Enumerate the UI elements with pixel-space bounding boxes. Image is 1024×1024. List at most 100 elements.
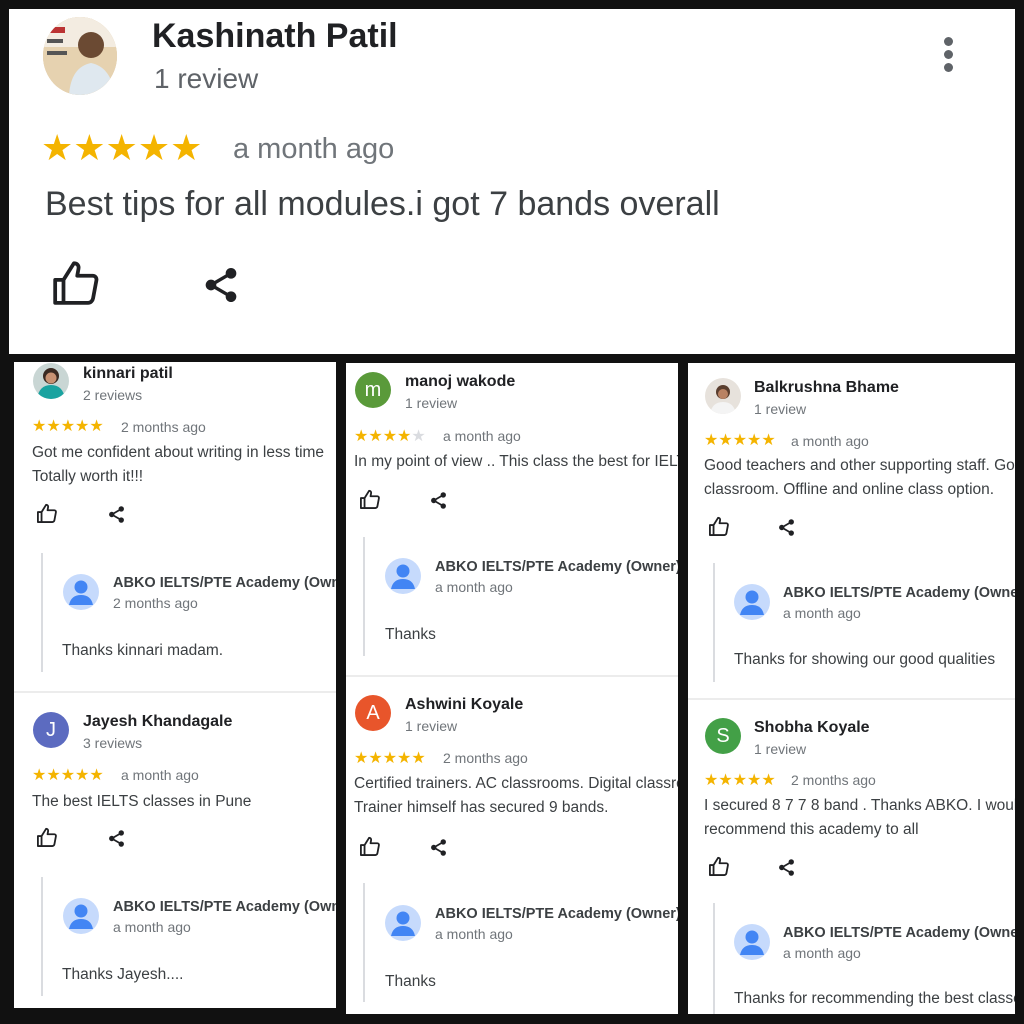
- reviewer-review-count: 1 review: [754, 401, 807, 417]
- owner-reply-divider: [41, 553, 43, 672]
- thumbs-up-icon[interactable]: [708, 516, 730, 541]
- review-text-line: In my point of view .. This class the be…: [354, 453, 678, 470]
- owner-reply-time: a month ago: [113, 919, 191, 935]
- thumbs-up-icon[interactable]: [36, 503, 58, 528]
- featured-review-card: Kashinath Patil 1 review ★★★★★ a month a…: [9, 9, 1015, 354]
- reviewer-review-count: 1 review: [405, 395, 458, 411]
- person-icon: [734, 584, 770, 620]
- reviewer-name[interactable]: Shobha Koyale: [754, 719, 870, 737]
- review-time: 2 months ago: [791, 772, 876, 788]
- reviewer-name[interactable]: Balkrushna Bhame: [754, 379, 899, 397]
- share-icon[interactable]: [777, 858, 796, 882]
- review-column-1: kinnari patil 2 reviews ★★★★★ 2 months a…: [14, 362, 336, 1008]
- star-rating: ★★★★★: [32, 418, 104, 435]
- person-icon: [385, 558, 421, 594]
- owner-reply-text: Thanks for showing our good qualities: [734, 651, 996, 668]
- owner-reply-text: Thanks: [385, 626, 436, 643]
- reviewer-review-count: 2 reviews: [83, 387, 143, 403]
- star-rating: ★★★★★: [704, 432, 776, 449]
- review-text-line: Totally worth it!!!: [32, 468, 144, 485]
- review-text-line: Certified trainers. AC classrooms. Digit…: [354, 775, 678, 792]
- review-divider: [688, 698, 1015, 700]
- owner-name: ABKO IELTS/PTE Academy (Owner): [783, 585, 1015, 601]
- review-column-2: m manoj wakode 1 review ★★★★★ a month ag…: [346, 363, 678, 1014]
- reviewer-name[interactable]: kinnari patil: [83, 365, 173, 383]
- owner-name: ABKO IELTS/PTE Academy (Owner): [113, 899, 336, 915]
- owner-reply-text: Thanks Jayesh....: [62, 966, 184, 983]
- star-rating: ★★★★★: [354, 750, 426, 767]
- review-text-line: I secured 8 7 7 8 band . Thanks ABKO. I …: [704, 797, 1015, 814]
- reviewer-avatar-photo[interactable]: [705, 378, 741, 414]
- owner-reply-time: a month ago: [435, 926, 513, 942]
- reviewer-name[interactable]: Kashinath Patil: [152, 17, 398, 56]
- reviewer-avatar-initial[interactable]: J: [33, 712, 69, 748]
- review-time: a month ago: [121, 767, 199, 783]
- reviewer-avatar-photo[interactable]: [43, 17, 117, 95]
- owner-reply-text: Thanks: [385, 973, 436, 990]
- review-time: 2 months ago: [121, 419, 206, 435]
- avatar-initial: A: [366, 701, 380, 724]
- share-icon[interactable]: [429, 838, 448, 862]
- star-rating: ★★★★★: [41, 127, 203, 168]
- filled-stars: ★★★★: [354, 428, 412, 445]
- star-rating: ★★★★★: [704, 772, 776, 789]
- star-rating: ★★★★★: [354, 426, 426, 446]
- avatar-initial: S: [716, 724, 730, 747]
- person-icon: [63, 898, 99, 934]
- review-text-line: Trainer himself has secured 9 bands.: [354, 799, 609, 816]
- owner-reply-divider: [363, 883, 365, 1002]
- reviewer-review-count: 3 reviews: [83, 735, 143, 751]
- share-icon[interactable]: [107, 505, 126, 529]
- reviewer-avatar-initial[interactable]: S: [705, 718, 741, 754]
- review-text-line: recommend this academy to all: [704, 821, 919, 838]
- reviewer-avatar-photo[interactable]: [33, 363, 69, 399]
- thumbs-up-icon[interactable]: [708, 856, 730, 881]
- star-rating: ★★★★★: [32, 767, 104, 784]
- avatar-initial: m: [364, 378, 382, 401]
- review-divider: [346, 675, 678, 677]
- review-text: Best tips for all modules.i got 7 bands …: [45, 185, 720, 223]
- thumbs-up-icon[interactable]: [51, 259, 101, 305]
- owner-reply-text: Thanks kinnari madam.: [62, 642, 224, 659]
- reviewer-review-count: 1 review: [405, 718, 458, 734]
- owner-reply-time: a month ago: [435, 579, 513, 595]
- share-icon[interactable]: [777, 518, 796, 542]
- review-text-line: The best IELTS classes in Pune: [32, 793, 252, 810]
- more-vertical-icon[interactable]: [939, 37, 957, 77]
- owner-name: ABKO IELTS/PTE Academy (Owner): [783, 925, 1015, 941]
- owner-reply-divider: [713, 563, 715, 682]
- thumbs-up-icon[interactable]: [359, 489, 381, 514]
- empty-star: ★: [411, 428, 426, 445]
- owner-reply-divider: [713, 903, 715, 1014]
- owner-reply-text: Thanks for recommending the best classes: [734, 990, 1015, 1007]
- review-divider: [14, 691, 336, 693]
- share-icon[interactable]: [429, 491, 448, 515]
- reviewer-avatar-initial[interactable]: A: [355, 695, 391, 731]
- review-time: a month ago: [233, 133, 395, 165]
- owner-reply-time: a month ago: [783, 605, 861, 621]
- review-column-3: Balkrushna Bhame 1 review ★★★★★ a month …: [688, 363, 1015, 1014]
- reviewer-name[interactable]: manoj wakode: [405, 373, 515, 391]
- owner-name: ABKO IELTS/PTE Academy (Owner): [435, 906, 678, 922]
- review-time: a month ago: [791, 433, 869, 449]
- reviewer-name[interactable]: Ashwini Koyale: [405, 696, 523, 714]
- thumbs-up-icon[interactable]: [359, 836, 381, 861]
- owner-name: ABKO IELTS/PTE Academy (Owner): [113, 575, 336, 591]
- review-time: 2 months ago: [443, 750, 528, 766]
- review-text-line: Got me confident about writing in less t…: [32, 444, 325, 461]
- person-icon: [734, 924, 770, 960]
- owner-reply-time: 2 months ago: [113, 595, 198, 611]
- reviewer-name[interactable]: Jayesh Khandagale: [83, 713, 232, 731]
- share-icon[interactable]: [201, 265, 241, 305]
- owner-reply-divider: [41, 877, 43, 996]
- owner-reply-time: a month ago: [783, 945, 861, 961]
- review-text-line: classroom. Offline and online class opti…: [704, 481, 995, 498]
- review-time: a month ago: [443, 428, 521, 444]
- thumbs-up-icon[interactable]: [36, 827, 58, 852]
- owner-reply-divider: [363, 537, 365, 656]
- owner-name: ABKO IELTS/PTE Academy (Owner): [435, 559, 678, 575]
- share-icon[interactable]: [107, 829, 126, 853]
- reviewer-avatar-initial[interactable]: m: [355, 372, 391, 408]
- avatar-initial: J: [46, 718, 56, 741]
- reviewer-review-count: 1 review: [754, 741, 807, 757]
